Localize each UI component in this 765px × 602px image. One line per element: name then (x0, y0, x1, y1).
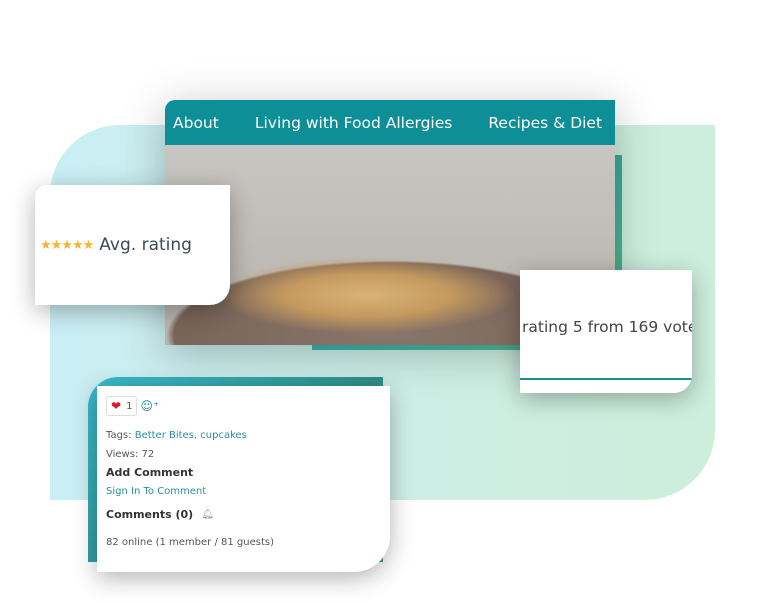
divider (520, 378, 692, 380)
online-status: 82 online (1 member / 81 guests) (106, 537, 274, 548)
comments-card: ❤ 1 ☺⁺ Tags: Better Bites, cupcakes View… (97, 386, 390, 572)
reaction-button[interactable]: ❤ 1 (106, 396, 138, 416)
nav-item-food-allergies[interactable]: Living with Food Allergies (255, 114, 453, 132)
views-count: Views: 72 (106, 449, 155, 460)
nav-item-recipes[interactable]: Recipes & Diet (488, 114, 602, 132)
nav-bar: About Living with Food Allergies Recipes… (165, 100, 615, 145)
tags-label: Tags: (106, 430, 132, 441)
votes-text: rating 5 from 169 votes (522, 318, 692, 336)
comments-heading: Comments (0) (106, 508, 194, 521)
bell-icon[interactable]: 🔔︎ (201, 509, 214, 520)
sign-in-link[interactable]: Sign In To Comment (106, 486, 206, 497)
rating-card: ★★★★★ Avg. rating (35, 185, 230, 305)
add-reaction-icon[interactable]: ☺⁺ (140, 399, 159, 413)
tags-row: Tags: Better Bites, cupcakes (106, 430, 381, 441)
nav-item-about[interactable]: About (173, 114, 219, 132)
votes-card: rating 5 from 169 votes (520, 270, 692, 393)
reaction-count: 1 (126, 400, 133, 412)
add-comment-heading: Add Comment (106, 466, 194, 479)
heart-icon: ❤ (111, 399, 122, 413)
star-rating-icon: ★★★★★ (40, 237, 94, 253)
rating-label: Avg. rating (99, 235, 192, 255)
tags-link[interactable]: Better Bites, cupcakes (135, 430, 247, 441)
